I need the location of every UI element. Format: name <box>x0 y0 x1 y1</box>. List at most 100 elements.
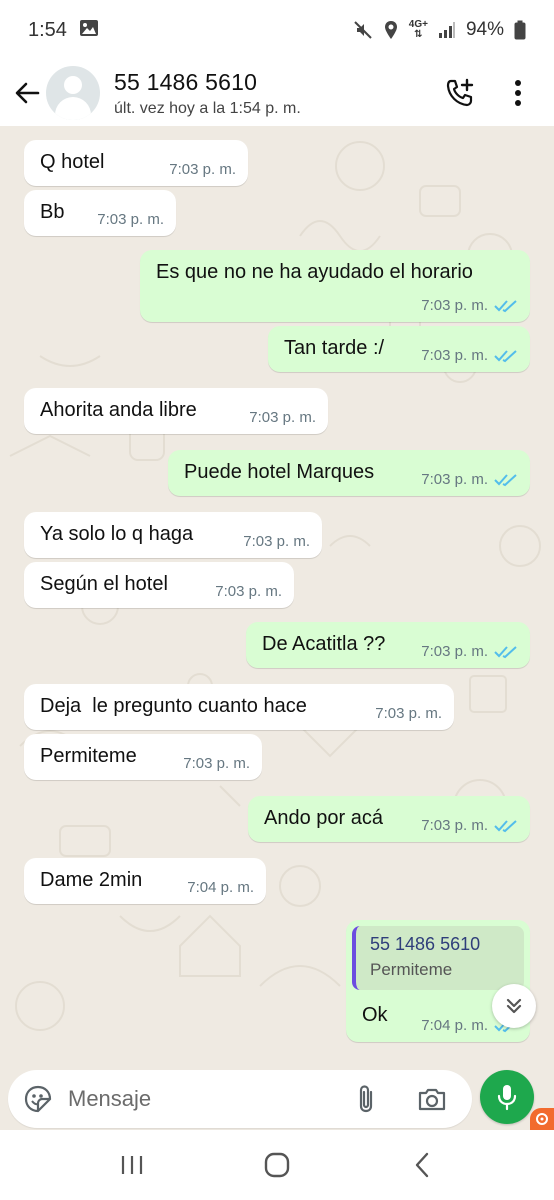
message-time: 7:03 p. m. <box>421 817 488 834</box>
message-incoming[interactable]: Ahorita anda libre 7:03 p. m. <box>24 388 328 434</box>
avatar[interactable] <box>46 66 100 120</box>
phone-plus-icon <box>446 78 474 107</box>
message-meta: 7:03 p. m. <box>183 755 250 772</box>
app-badge-icon <box>536 1113 548 1125</box>
quoted-sender: 55 1486 5610 <box>370 934 481 954</box>
message-meta: 7:03 p. m. <box>421 643 518 660</box>
message-time: 7:03 p. m. <box>215 583 282 600</box>
message-incoming[interactable]: Q hotel 7:03 p. m. <box>24 140 248 186</box>
status-time: 1:54 <box>28 18 67 41</box>
read-ticks-icon <box>494 349 517 362</box>
message-meta: 7:03 p. m. <box>169 161 236 178</box>
message-text: Ahorita anda libre <box>40 399 197 421</box>
last-seen-status: últ. vez hoy a la 1:54 p. m. <box>114 99 301 117</box>
camera-icon <box>418 1088 446 1111</box>
message-outgoing[interactable]: Es que no ne ha ayudado el horario 7:03 … <box>140 250 530 322</box>
message-incoming[interactable]: Ya solo lo q haga 7:03 p. m. <box>24 512 322 558</box>
message-incoming[interactable]: Dame 2min 7:04 p. m. <box>24 858 266 904</box>
message-text: Ok <box>362 1004 388 1026</box>
message-time: 7:03 p. m. <box>421 297 488 314</box>
battery-icon <box>514 20 526 40</box>
message-meta: 7:03 p. m. <box>375 705 442 722</box>
message-text: De Acatitla ?? <box>262 633 386 655</box>
arrow-left-icon <box>15 82 40 104</box>
message-meta: 7:04 p. m. <box>187 879 254 896</box>
floating-app-badge[interactable] <box>530 1108 554 1130</box>
message-incoming[interactable]: Deja le pregunto cuanto hace 7:03 p. m. <box>24 684 454 730</box>
message-meta: 7:03 p. m. <box>215 583 282 600</box>
message-meta: 7:03 p. m. <box>421 817 518 834</box>
emoji-button[interactable] <box>16 1077 60 1121</box>
message-text: Deja le pregunto cuanto hace <box>40 695 307 717</box>
message-time: 7:03 p. m. <box>421 347 488 364</box>
system-navigation-bar <box>0 1130 554 1200</box>
status-bar: 1:54 4G+ ⇅ 94% <box>0 0 554 60</box>
mic-icon <box>497 1085 517 1111</box>
battery-percent: 94% <box>465 19 504 40</box>
message-time: 7:04 p. m. <box>421 1017 488 1034</box>
message-text: Según el hotel <box>40 573 168 595</box>
add-call-button[interactable] <box>442 75 478 111</box>
message-incoming[interactable]: Bb 7:03 p. m. <box>24 190 176 236</box>
message-time: 7:03 p. m. <box>375 705 442 722</box>
attach-button[interactable] <box>346 1079 386 1119</box>
scroll-to-bottom-button[interactable] <box>492 984 536 1028</box>
back-nav-button[interactable] <box>402 1145 442 1185</box>
contact-info[interactable]: 55 1486 5610 últ. vez hoy a la 1:54 p. m… <box>114 69 301 118</box>
message-meta: 7:03 p. m. <box>421 347 518 364</box>
message-text: Tan tarde :/ <box>284 337 385 359</box>
read-ticks-icon <box>494 819 517 832</box>
message-text: Bb <box>40 201 65 223</box>
contact-name: 55 1486 5610 <box>114 68 258 95</box>
message-text: Es que no ne ha ayudado el horario <box>156 261 473 283</box>
recent-apps-button[interactable] <box>112 1145 152 1185</box>
message-time: 7:03 p. m. <box>243 533 310 550</box>
mute-icon <box>353 20 373 40</box>
more-vert-icon <box>515 80 521 106</box>
message-outgoing[interactable]: Tan tarde :/ 7:03 p. m. <box>268 326 530 372</box>
gallery-notification-icon <box>79 19 99 42</box>
chat-area[interactable]: Q hotel 7:03 p. m. Bb 7:03 p. m. Es que … <box>0 126 554 1070</box>
home-button[interactable] <box>257 1145 297 1185</box>
quoted-message[interactable]: 55 1486 5610 Permiteme <box>352 926 524 990</box>
message-text: Q hotel <box>40 151 105 173</box>
message-text: Puede hotel Marques <box>184 461 375 483</box>
message-meta: 7:03 p. m. <box>421 471 518 488</box>
message-meta: 7:03 p. m. <box>249 409 316 426</box>
read-ticks-icon <box>494 473 517 486</box>
paperclip-icon <box>359 1085 373 1113</box>
message-incoming[interactable]: Permiteme 7:03 p. m. <box>24 734 262 780</box>
message-time: 7:03 p. m. <box>97 211 164 228</box>
message-time: 7:03 p. m. <box>183 755 250 772</box>
message-text: Dame 2min <box>40 869 143 891</box>
message-meta: 7:03 p. m. <box>421 297 518 314</box>
message-input-bar <box>8 1070 472 1128</box>
message-input[interactable] <box>68 1086 338 1112</box>
message-outgoing[interactable]: De Acatitla ?? 7:03 p. m. <box>246 622 530 668</box>
message-text: Ando por acá <box>264 807 383 829</box>
message-meta: 7:03 p. m. <box>243 533 310 550</box>
message-incoming[interactable]: Según el hotel 7:03 p. m. <box>24 562 294 608</box>
voice-message-button[interactable] <box>480 1070 534 1124</box>
message-outgoing[interactable]: Puede hotel Marques 7:03 p. m. <box>168 450 530 496</box>
home-icon <box>264 1152 290 1178</box>
message-text: Permiteme <box>40 745 137 767</box>
read-ticks-icon <box>494 645 517 658</box>
message-time: 7:04 p. m. <box>187 879 254 896</box>
back-button[interactable] <box>4 70 50 116</box>
message-time: 7:03 p. m. <box>249 409 316 426</box>
chevron-left-icon <box>415 1152 428 1178</box>
message-text: Ya solo lo q haga <box>40 523 194 545</box>
location-icon <box>383 20 399 40</box>
message-outgoing[interactable]: Ando por acá 7:03 p. m. <box>248 796 530 842</box>
read-ticks-icon <box>494 299 517 312</box>
double-chevron-down-icon <box>506 998 522 1014</box>
message-time: 7:03 p. m. <box>421 471 488 488</box>
message-meta: 7:03 p. m. <box>97 211 164 228</box>
composer <box>0 1070 554 1130</box>
more-options-button[interactable] <box>500 75 536 111</box>
chat-header: 55 1486 5610 últ. vez hoy a la 1:54 p. m… <box>0 60 554 126</box>
network-type-icon: 4G+ ⇅ <box>408 19 428 40</box>
message-time: 7:03 p. m. <box>421 643 488 660</box>
camera-button[interactable] <box>412 1079 452 1119</box>
